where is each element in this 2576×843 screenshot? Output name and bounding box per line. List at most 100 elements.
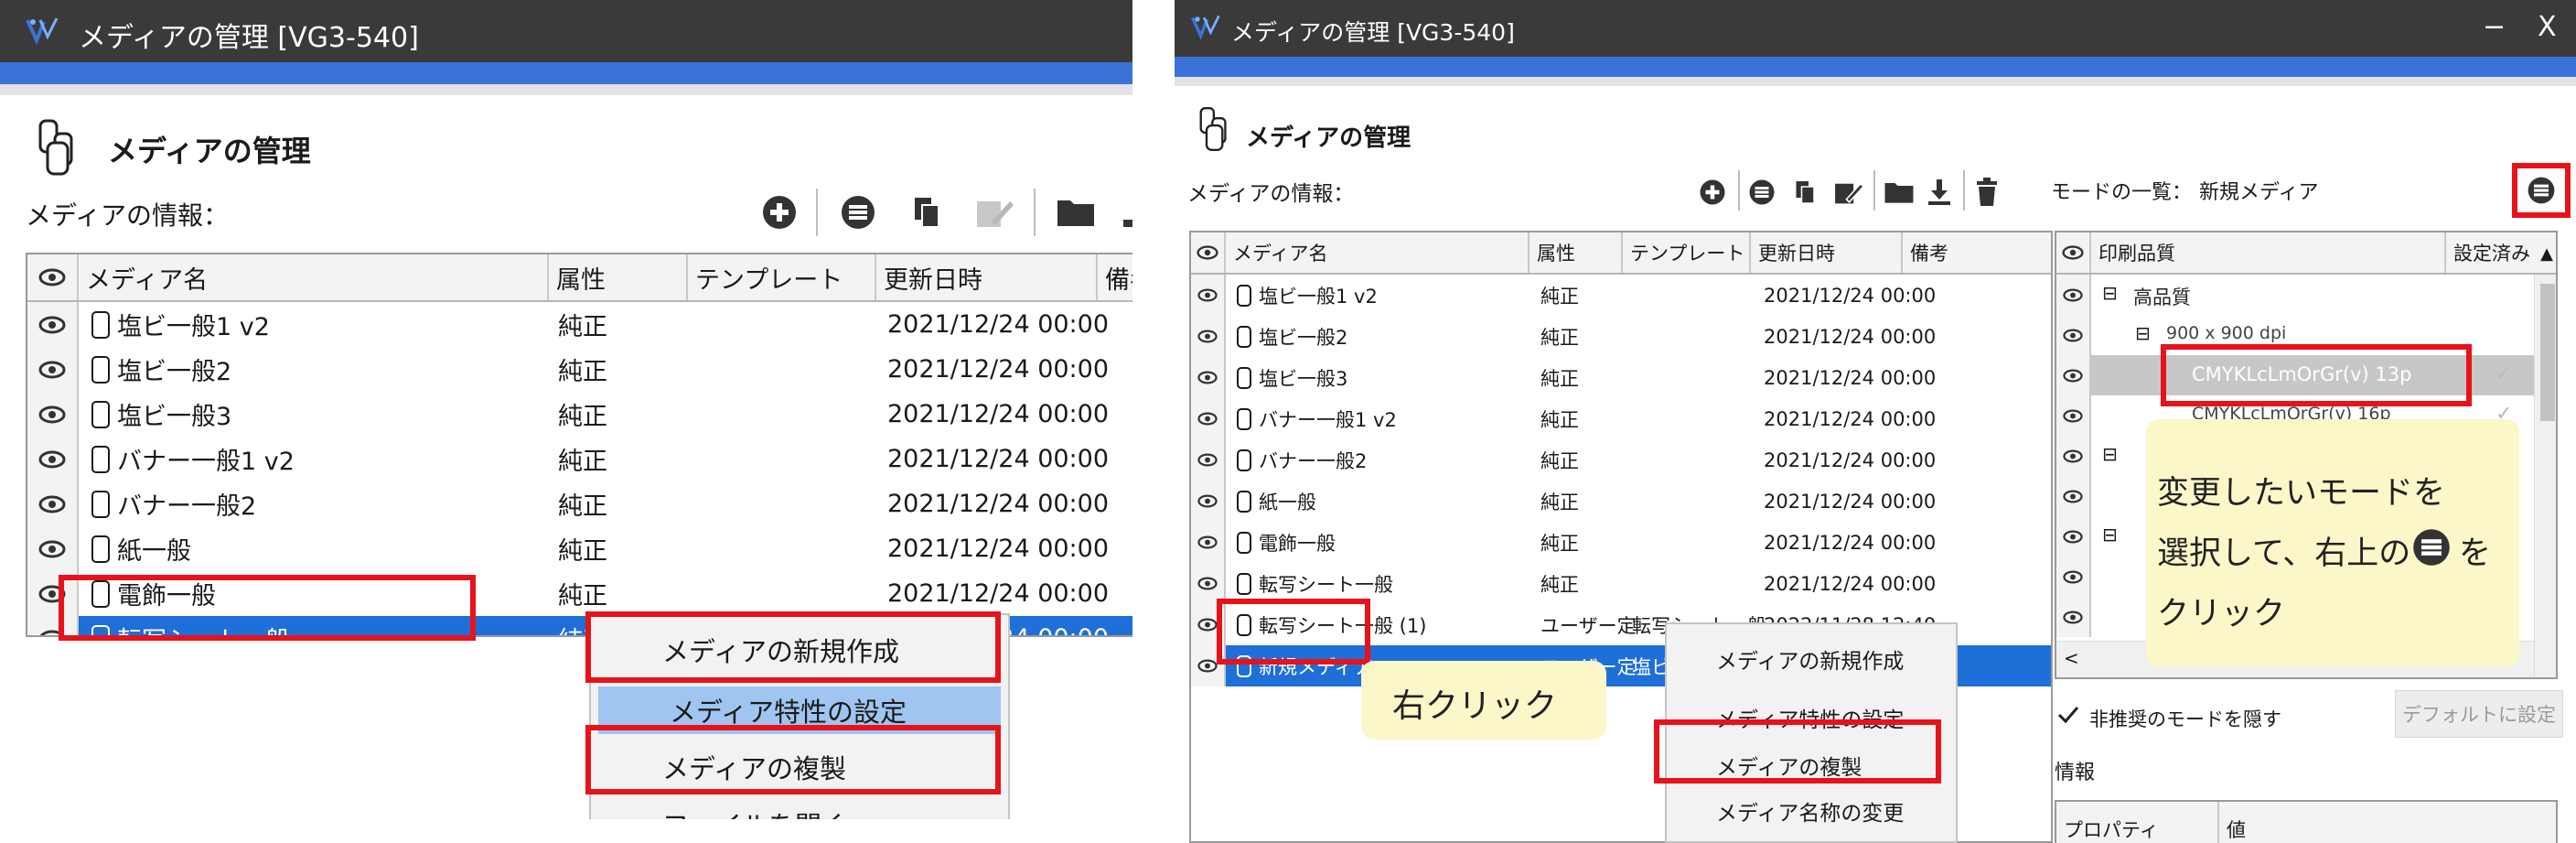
visibility-toggle[interactable] <box>2056 436 2091 476</box>
duplicate-media-button[interactable] <box>1789 174 1822 211</box>
delete-media-button[interactable] <box>1970 174 2003 211</box>
visibility-column-header[interactable] <box>2056 232 2091 273</box>
eye-icon <box>1197 618 1218 632</box>
table-row[interactable]: 塩ビ一般3 純正 2021/12/24 00:00 <box>27 392 1132 437</box>
tree-collapse-icon[interactable]: ⊟ <box>2102 282 2118 304</box>
scroll-left-icon[interactable]: < <box>2064 647 2079 669</box>
title-shadow-bar <box>0 84 1132 95</box>
plus-circle-icon <box>763 196 796 229</box>
table-row[interactable]: 電飾一般 純正 2021/12/24 00:00 <box>1191 522 2051 563</box>
visibility-toggle[interactable] <box>27 302 79 347</box>
column-header-attribute[interactable]: 属性 <box>1530 232 1623 273</box>
info-heading: 情報 <box>2055 762 2096 784</box>
visibility-toggle[interactable] <box>1191 522 1226 563</box>
export-button[interactable] <box>1116 190 1132 234</box>
open-folder-button[interactable] <box>1881 174 1917 211</box>
visibility-toggle[interactable] <box>2056 557 2091 597</box>
visibility-toggle[interactable] <box>2056 597 2091 637</box>
table-row[interactable]: 塩ビ一般1 v2 純正 2021/12/24 00:00 <box>27 302 1132 347</box>
tree-collapse-icon[interactable]: ⊟ <box>2102 524 2118 546</box>
visibility-column-header[interactable] <box>27 254 79 300</box>
table-row[interactable]: 塩ビ一般2 純正 2021/12/24 00:00 <box>1191 316 2051 357</box>
highlight-selected-media <box>59 575 476 641</box>
close-button[interactable]: X <box>2538 11 2557 43</box>
minimize-button[interactable]: − <box>2483 11 2506 43</box>
menu-item-new-media[interactable]: メディアの新規作成 <box>1667 639 1956 679</box>
scroll-up-icon[interactable]: ▲ <box>2534 232 2556 275</box>
table-row[interactable]: 紙一般 純正 2021/12/24 00:00 <box>1191 481 2051 522</box>
tree-collapse-icon[interactable]: ⊟ <box>2135 322 2151 344</box>
media-properties-button[interactable] <box>1745 174 1778 211</box>
toolbar-separator <box>1873 170 1875 211</box>
table-row[interactable]: バナー一般1 v2 純正 2021/12/24 00:00 <box>1191 398 2051 439</box>
media-roll-icon <box>91 310 110 339</box>
column-header-property[interactable]: プロパティ <box>2056 802 2219 843</box>
table-row[interactable]: 塩ビ一般3 純正 2021/12/24 00:00 <box>1191 357 2051 398</box>
visibility-toggle[interactable] <box>1191 357 1226 398</box>
add-media-button[interactable] <box>1696 174 1729 211</box>
table-row[interactable]: バナー一般2 純正 2021/12/24 00:00 <box>1191 439 2051 481</box>
hide-deprecated-modes-checkbox[interactable]: 非推奨のモードを隠す <box>2089 705 2281 732</box>
column-header-configured[interactable]: 設定済み <box>2446 232 2534 273</box>
visibility-toggle[interactable] <box>2056 355 2091 395</box>
updated-cell: 2021/12/24 00:00 <box>1764 449 1937 471</box>
column-header-value[interactable]: 値 <box>2219 802 2556 843</box>
visibility-toggle[interactable] <box>2056 476 2091 516</box>
column-header-print-quality[interactable]: 印刷品質 <box>2091 232 2446 273</box>
column-header-template[interactable]: テンプレート <box>688 254 876 300</box>
column-header-notes[interactable]: 備考 <box>1098 254 1132 300</box>
media-name-cell: バナー一般1 v2 <box>1237 398 1397 439</box>
visibility-toggle[interactable] <box>2056 315 2091 355</box>
column-header-updated[interactable]: 更新日時 <box>876 254 1098 300</box>
visibility-toggle[interactable] <box>27 347 79 392</box>
table-row[interactable]: 塩ビ一般1 v2 純正 2021/12/24 00:00 <box>1191 275 2051 316</box>
visibility-column-header[interactable] <box>1191 232 1226 273</box>
column-header-name[interactable]: メディア名 <box>79 254 549 300</box>
column-header-name[interactable]: メディア名 <box>1226 232 1530 273</box>
eye-icon <box>1197 371 1218 384</box>
table-row[interactable]: バナー一般2 純正 2021/12/24 00:00 <box>27 481 1132 526</box>
mode-tree-row[interactable]: ⊟ 高品質 <box>2056 275 2534 315</box>
column-header-attribute[interactable]: 属性 <box>549 254 688 300</box>
visibility-toggle[interactable] <box>2056 395 2091 436</box>
visibility-toggle[interactable] <box>1191 398 1226 439</box>
menu-item-rename-media[interactable]: メディア名称の変更 <box>1667 791 1956 831</box>
rename-media-button[interactable] <box>970 190 1017 234</box>
set-default-button[interactable]: デフォルトに設定 <box>2395 690 2563 738</box>
visibility-toggle[interactable] <box>27 526 79 571</box>
visibility-toggle[interactable] <box>27 437 79 481</box>
export-button[interactable] <box>1923 174 1956 211</box>
visibility-toggle[interactable] <box>27 481 79 526</box>
checkmark-icon[interactable] <box>2056 703 2080 730</box>
visibility-toggle[interactable] <box>2056 516 2091 557</box>
duplicate-media-button[interactable] <box>906 190 950 234</box>
configured-check-icon: ✓ <box>2496 362 2513 385</box>
scrollbar-thumb[interactable] <box>2540 284 2555 421</box>
menu-item-open-file[interactable]: ファイルを開く <box>591 798 1008 819</box>
table-row[interactable]: 紙一般 純正 2021/12/24 00:00 <box>27 526 1132 571</box>
tree-collapse-icon[interactable]: ⊟ <box>2102 443 2118 465</box>
media-roll-icon <box>1237 449 1251 471</box>
visibility-toggle[interactable] <box>1191 316 1226 357</box>
table-row[interactable]: バナー一般1 v2 純正 2021/12/24 00:00 <box>27 437 1132 481</box>
column-header-notes[interactable]: 備考 <box>1903 232 2051 273</box>
column-header-updated[interactable]: 更新日時 <box>1751 232 1903 273</box>
column-header-template[interactable]: テンプレート <box>1623 232 1751 273</box>
visibility-toggle[interactable] <box>1191 439 1226 481</box>
eye-icon <box>2063 530 2083 543</box>
media-name-cell: 塩ビ一般2 <box>91 347 231 392</box>
visibility-toggle[interactable] <box>27 392 79 437</box>
right-window: メディアの管理 [VG3-540] − X メディアの管理 メディアの情報： モ… <box>1175 0 2576 843</box>
table-row[interactable]: 塩ビ一般2 純正 2021/12/24 00:00 <box>27 347 1132 392</box>
open-folder-button[interactable] <box>1052 190 1100 234</box>
visibility-toggle[interactable] <box>1191 275 1226 316</box>
media-properties-button[interactable] <box>836 190 880 234</box>
eye-icon <box>38 361 66 378</box>
visibility-toggle[interactable] <box>2056 275 2091 315</box>
eye-icon <box>38 268 66 286</box>
mode-list-media-name: 新規メディア <box>2199 181 2319 204</box>
vertical-scrollbar[interactable] <box>2534 275 2556 677</box>
visibility-toggle[interactable] <box>1191 481 1226 522</box>
add-media-button[interactable] <box>757 190 801 234</box>
rename-media-button[interactable] <box>1830 174 1866 211</box>
